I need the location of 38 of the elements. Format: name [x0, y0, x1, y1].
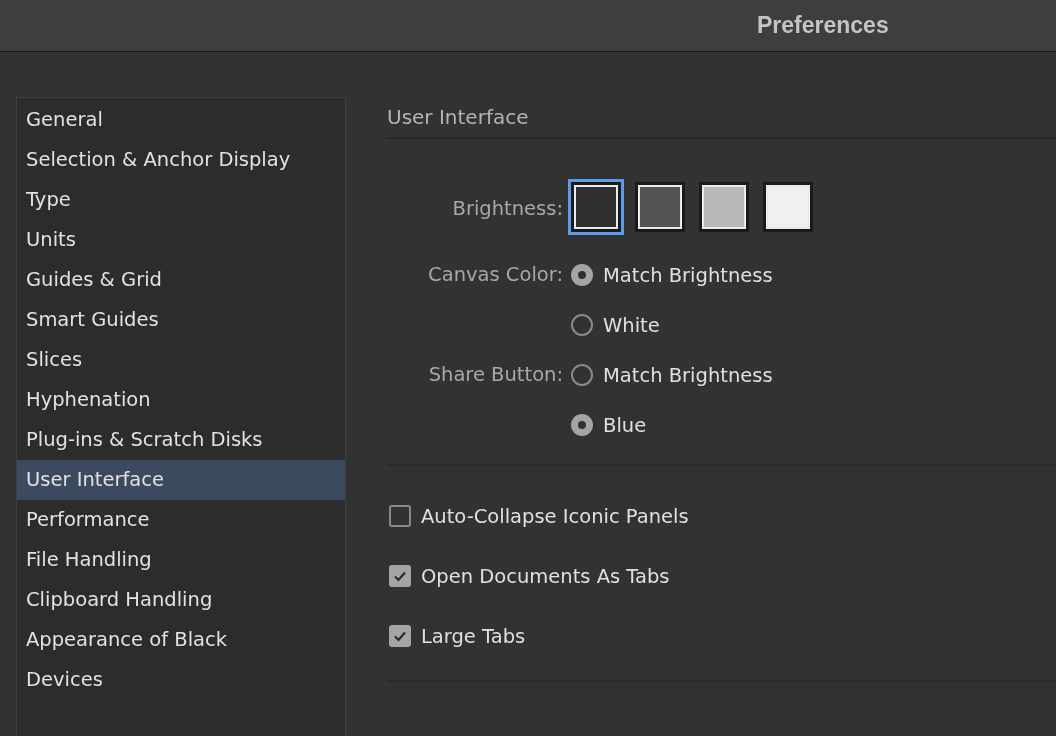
- radio-button[interactable]: [571, 264, 593, 286]
- checkbox-label: Large Tabs: [421, 624, 526, 648]
- sidebar-item[interactable]: Type: [17, 180, 345, 220]
- radio-label: Blue: [603, 413, 647, 437]
- checkbox[interactable]: [389, 625, 411, 647]
- sidebar-item[interactable]: Selection & Anchor Display: [17, 140, 345, 180]
- sidebar-item[interactable]: Smart Guides: [17, 300, 345, 340]
- brightness-label: Brightness:: [451, 196, 563, 222]
- checkbox-label: Open Documents As Tabs: [421, 564, 670, 588]
- section-title: User Interface: [387, 102, 1056, 139]
- radio-label: Match Brightness: [603, 363, 773, 387]
- group-label: Share Button:: [427, 362, 563, 388]
- radio-label: White: [603, 313, 660, 337]
- brightness-swatch[interactable]: [635, 182, 685, 232]
- sidebar-item[interactable]: Guides & Grid: [17, 260, 345, 300]
- sidebar-item[interactable]: General: [17, 100, 345, 140]
- sidebar-item[interactable]: Hyphenation: [17, 380, 345, 420]
- sidebar-item[interactable]: Units: [17, 220, 345, 260]
- sidebar-item[interactable]: Performance: [17, 500, 345, 540]
- sidebar-item[interactable]: File Handling: [17, 540, 345, 580]
- sidebar-item[interactable]: Slices: [17, 340, 345, 380]
- checkbox[interactable]: [389, 505, 411, 527]
- sidebar-item[interactable]: Devices: [17, 660, 345, 700]
- radio-button[interactable]: [571, 364, 593, 386]
- brightness-swatch[interactable]: [699, 182, 749, 232]
- sidebar-item[interactable]: Plug-ins & Scratch Disks: [17, 420, 345, 460]
- sidebar-item[interactable]: Appearance of Black: [17, 620, 345, 660]
- checkbox[interactable]: [389, 565, 411, 587]
- sidebar-item[interactable]: User Interface: [17, 460, 345, 500]
- brightness-swatch[interactable]: [763, 182, 813, 232]
- brightness-swatch[interactable]: [571, 182, 621, 232]
- checkbox-label: Auto-Collapse Iconic Panels: [421, 504, 689, 528]
- radio-button[interactable]: [571, 314, 593, 336]
- radio-button[interactable]: [571, 414, 593, 436]
- group-label: Canvas Color:: [427, 262, 563, 288]
- window-title: Preferences: [757, 12, 889, 39]
- radio-label: Match Brightness: [603, 263, 773, 287]
- sidebar-item[interactable]: Clipboard Handling: [17, 580, 345, 620]
